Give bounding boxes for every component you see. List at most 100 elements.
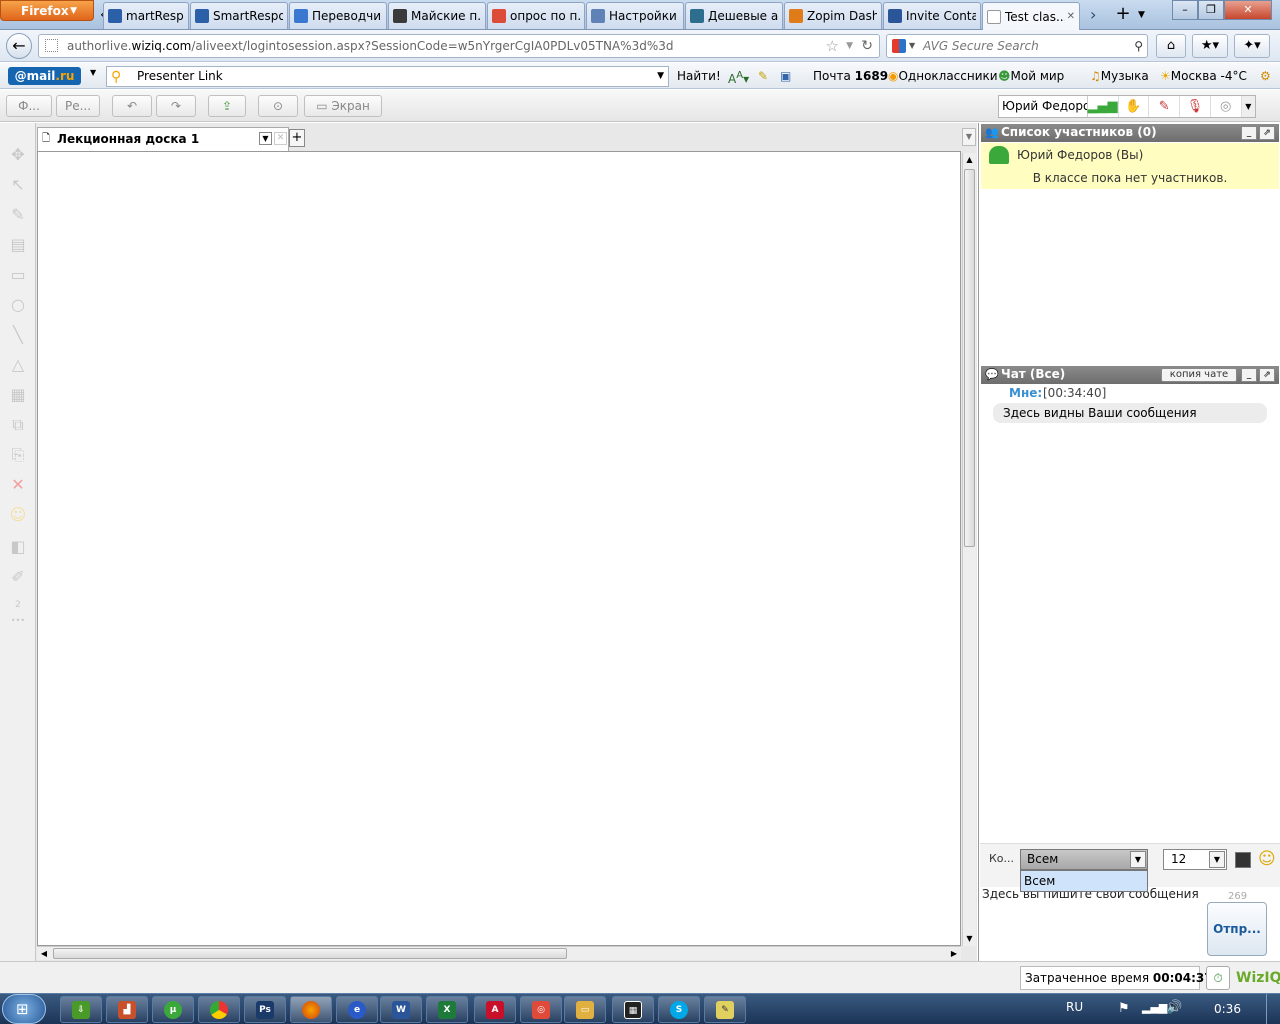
record-button[interactable]: ⊙ xyxy=(258,95,298,117)
add-whiteboard-button[interactable]: + xyxy=(289,129,305,147)
taskbar-explorer[interactable]: ▭ xyxy=(564,996,606,1023)
new-tab-button[interactable]: + xyxy=(1112,3,1134,25)
close-tab-icon[interactable]: ✕ xyxy=(274,132,287,145)
taskbar-word[interactable]: W xyxy=(380,996,422,1023)
text-color-swatch[interactable] xyxy=(1235,852,1251,868)
browser-tab[interactable]: Test clas... ✕ xyxy=(982,2,1080,30)
history-chevron-icon[interactable]: ▼ xyxy=(846,35,853,57)
scroll-left-icon[interactable]: ◀ xyxy=(37,947,51,960)
bookmark-star-icon[interactable]: ☆ xyxy=(826,35,839,57)
recipient-select[interactable]: Всем ▼ xyxy=(1020,849,1148,870)
show-desktop-button[interactable] xyxy=(1266,994,1280,1024)
table-tool-icon[interactable]: ▦ xyxy=(6,383,30,407)
mailru-logo[interactable]: @mail.ru xyxy=(8,67,81,85)
addon-button[interactable]: ✦▾ xyxy=(1234,34,1270,58)
paste-tool-icon[interactable]: ⎘ xyxy=(6,443,30,467)
scroll-up-icon[interactable]: ▲ xyxy=(963,153,976,167)
taskbar-excel[interactable]: X xyxy=(426,996,468,1023)
minimize-chat-button[interactable]: _ xyxy=(1241,368,1257,382)
taskbar-photoshop[interactable]: Ps xyxy=(244,996,286,1023)
search-engine-chevron-icon[interactable]: ▼ xyxy=(909,35,915,57)
taskbar-chrome[interactable] xyxy=(198,996,240,1023)
rectangle-tool-icon[interactable]: ▭ xyxy=(6,263,30,287)
find-button[interactable]: Найти! xyxy=(677,68,721,84)
weather-link[interactable]: ☀Москва -4°C xyxy=(1160,68,1247,84)
start-button[interactable]: ⊞ xyxy=(2,994,46,1024)
odnoklassniki-link[interactable]: ◉Одноклассники xyxy=(888,68,998,84)
font-size-icon[interactable]: AA▾ xyxy=(728,68,749,87)
taskbar-utorrent[interactable]: µ xyxy=(152,996,194,1023)
mic-disabled-icon[interactable]: 🎙 xyxy=(1180,96,1211,117)
language-indicator[interactable]: RU xyxy=(1066,1000,1083,1014)
action-center-flag-icon[interactable]: ⚑ xyxy=(1118,1001,1130,1016)
expand-chat-button[interactable]: ⇗ xyxy=(1259,368,1275,382)
mailru-search-input[interactable]: ⚲ Presenter Link ▼ xyxy=(106,66,669,87)
browser-tab[interactable]: Настройки xyxy=(586,2,684,29)
chevron-down-icon[interactable]: ▼ xyxy=(657,67,664,86)
bookmarks-button[interactable]: ★▾ xyxy=(1192,34,1228,58)
reload-icon[interactable]: ↻ xyxy=(861,35,873,57)
emoticon-icon[interactable]: ☺ xyxy=(1258,849,1276,869)
mail-link[interactable]: Почта 1689 xyxy=(813,68,888,84)
delete-tool-icon[interactable]: ✕ xyxy=(6,473,30,497)
chevron-down-icon[interactable]: ▼ xyxy=(1241,96,1255,117)
send-button[interactable]: Отпр... xyxy=(1207,902,1267,956)
recipient-option-overlay[interactable]: Всем xyxy=(1020,870,1148,892)
moy-mir-link[interactable]: ☻Мой мир xyxy=(998,68,1064,84)
whiteboard-tab[interactable]: 🗋 Лекционная доска 1 ▼ ✕ xyxy=(37,127,289,151)
fill-color-icon[interactable]: ◧ xyxy=(6,535,30,559)
select-tool-icon[interactable]: ↖ xyxy=(6,173,30,197)
taskbar-notes[interactable]: ✎ xyxy=(704,996,746,1023)
browser-tab[interactable]: Майские п... xyxy=(388,2,486,29)
chevron-down-icon[interactable]: ▼ xyxy=(1130,851,1146,868)
whiteboard-canvas[interactable] xyxy=(37,151,961,946)
site-identity-icon[interactable] xyxy=(45,39,58,52)
taskbar-app-3[interactable]: ◎ xyxy=(520,996,562,1023)
vertical-scrollbar[interactable]: ▲ ▼ xyxy=(962,153,976,946)
network-signal-icon[interactable]: ▂▄▆ xyxy=(1142,1001,1167,1014)
tab-scroll-right-icon[interactable]: › xyxy=(1090,4,1106,26)
scroll-right-icon[interactable]: ▶ xyxy=(947,947,961,960)
participant-row[interactable]: Юрий Федоров (Вы) xyxy=(981,143,1279,167)
chevron-down-icon[interactable]: ▼ xyxy=(1209,851,1225,868)
copy-tool-icon[interactable]: ⧉ xyxy=(6,413,30,437)
taskbar-app-2[interactable]: ▟ xyxy=(106,996,148,1023)
mailru-menu-chevron-icon[interactable]: ▼ xyxy=(90,68,96,77)
music-link[interactable]: ♫Музыка xyxy=(1090,68,1149,84)
page-icon[interactable]: ▣ xyxy=(780,68,791,84)
line-tool-icon[interactable]: ╲ xyxy=(6,323,30,347)
taskbar-acrobat[interactable]: A xyxy=(474,996,516,1023)
minimize-button[interactable]: – xyxy=(1172,0,1198,20)
browser-tab[interactable]: Invite Conta... xyxy=(883,2,981,29)
palette-scroll-icon[interactable]: ••• xyxy=(6,617,30,625)
timer-add-icon[interactable]: ⏱ xyxy=(1206,966,1230,990)
taskbar-app-1[interactable]: ⇩ xyxy=(60,996,102,1023)
browser-tab[interactable]: Дешевые а... xyxy=(685,2,783,29)
font-size-select[interactable]: 12 ▼ xyxy=(1163,849,1227,870)
raise-hand-icon[interactable]: ✋ xyxy=(1119,96,1150,117)
redo-button[interactable]: ↷ xyxy=(156,95,196,117)
text-tool-icon[interactable]: ▤ xyxy=(6,233,30,257)
back-button[interactable]: ← xyxy=(6,33,32,59)
re-button[interactable]: Ре... xyxy=(56,95,100,117)
browser-tab[interactable]: Переводчи... xyxy=(289,2,387,29)
browser-tab[interactable]: опрос по п... xyxy=(487,2,585,29)
close-window-button[interactable]: ✕ xyxy=(1224,0,1272,20)
browser-tab[interactable]: SmartRespo... xyxy=(190,2,288,29)
smiley-tool-icon[interactable]: ☺ xyxy=(6,503,30,527)
undo-button[interactable]: ↶ xyxy=(112,95,152,117)
volume-icon[interactable]: 🔊 xyxy=(1166,1000,1182,1015)
screen-share-button[interactable]: ▭ Экран xyxy=(304,95,382,117)
tab-menu-chevron-icon[interactable]: ▼ xyxy=(259,132,272,145)
search-icon[interactable]: ⚲ xyxy=(1134,35,1143,57)
horizontal-scroll-thumb[interactable] xyxy=(53,948,567,959)
horizontal-scrollbar[interactable]: ◀ ▶ xyxy=(37,946,961,960)
url-bar[interactable]: authorlive.wiziq.com/aliveext/logintoses… xyxy=(38,34,880,58)
vertical-scroll-thumb[interactable] xyxy=(964,169,975,547)
line-color-icon[interactable]: ✐ xyxy=(6,565,30,589)
move-tool-icon[interactable]: ✥ xyxy=(6,143,30,167)
maximize-button[interactable]: ❐ xyxy=(1198,0,1224,20)
taskbar-app-browser[interactable]: e xyxy=(336,996,378,1023)
highlighter-icon[interactable]: ✎ xyxy=(758,68,768,84)
line-width-icon[interactable]: 2 xyxy=(6,593,30,617)
